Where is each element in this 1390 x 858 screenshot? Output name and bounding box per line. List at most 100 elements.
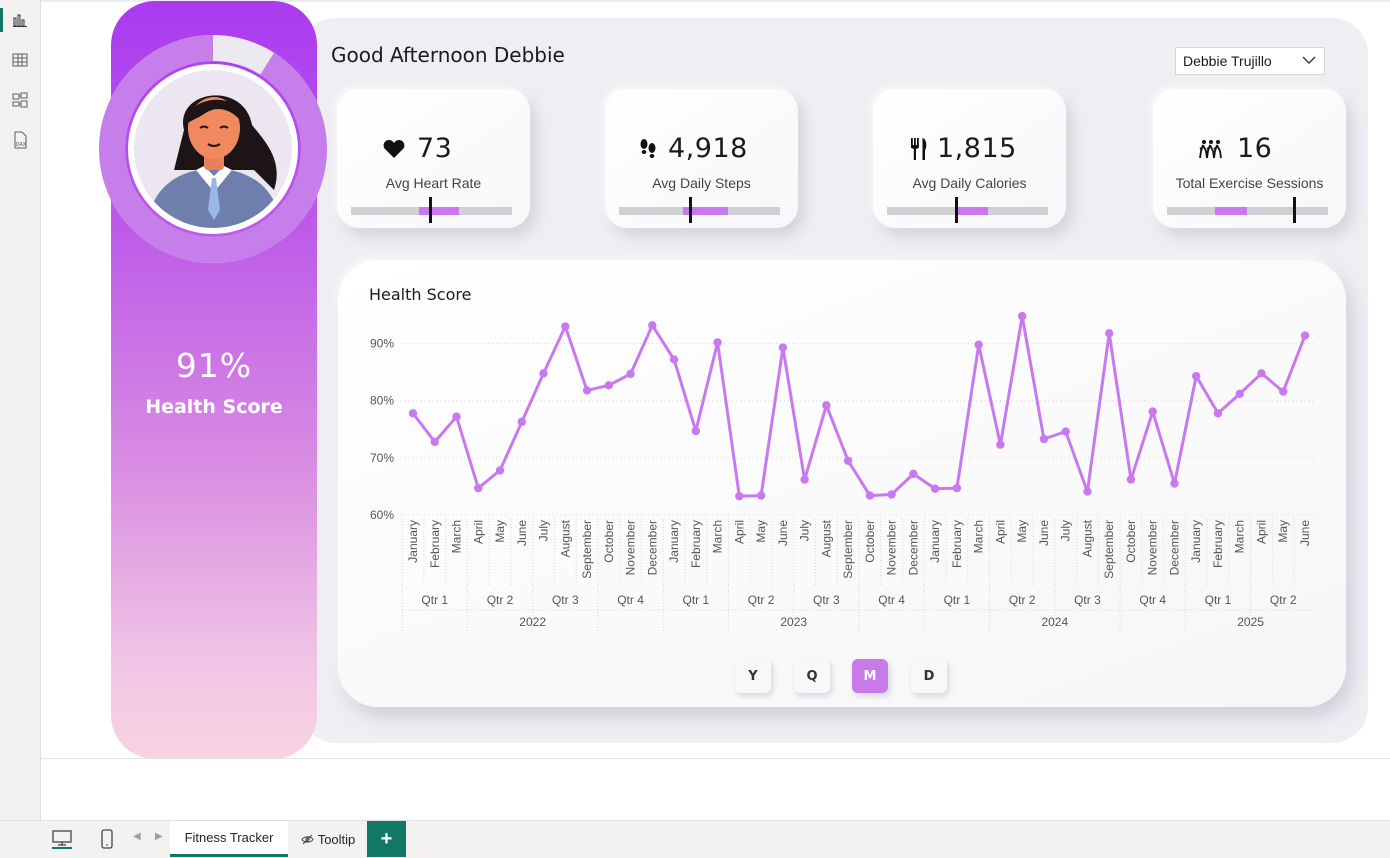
granularity-month-button[interactable]: M [852, 659, 888, 693]
x-month-label: December [906, 520, 920, 575]
x-month-label: September [841, 520, 855, 579]
kpi-label: Avg Daily Steps [652, 175, 751, 191]
table-view-icon[interactable] [10, 50, 30, 70]
kpi-marker [688, 197, 692, 223]
canvas-bottom-area [41, 758, 1390, 821]
user-slicer-value: Debbie Trujillo [1183, 53, 1272, 69]
x-quarter-label: Qtr 2 [1270, 593, 1297, 607]
health-score-data-point [1235, 389, 1244, 399]
y-tick-label: 80% [370, 394, 394, 408]
tab-tooltip[interactable]: Tooltip [292, 821, 364, 857]
health-score-data-point [1170, 479, 1179, 488]
report-view-icon[interactable] [10, 10, 30, 30]
user-slicer-dropdown[interactable]: Debbie Trujillo [1175, 47, 1325, 75]
health-score-data-point [800, 475, 809, 484]
kpi-card-exercise-sessions: 16 Total Exercise Sessions [1153, 89, 1346, 228]
health-score-data-point [430, 437, 439, 447]
x-month-label: May [493, 520, 507, 543]
granularity-day-button[interactable]: D [911, 659, 947, 693]
model-view-icon[interactable] [10, 90, 30, 110]
x-month-label: June [776, 520, 790, 546]
x-month-label: January [406, 520, 420, 563]
kpi-marker [428, 197, 432, 223]
health-score-data-point [561, 322, 570, 331]
x-month-label: November [1146, 520, 1160, 575]
health-score-data-point [539, 369, 548, 378]
y-tick-label: 60% [370, 508, 394, 522]
active-view-indicator [0, 8, 3, 32]
x-quarter-label: Qtr 1 [1205, 593, 1232, 607]
x-month-label: July [1059, 520, 1073, 541]
x-year-label: 2023 [780, 615, 807, 629]
x-month-label: April [471, 520, 485, 544]
kpi-target-bar [887, 197, 1048, 223]
health-score-data-point [517, 417, 526, 427]
health-score-data-point [930, 484, 940, 493]
health-score-line-chart[interactable]: 60% 70% 80% 90% January February March April May… [360, 310, 1330, 640]
tab-tooltip-label: Tooltip [317, 831, 356, 847]
kpi-target-bar [1167, 197, 1328, 223]
kpi-target-bar [351, 197, 512, 223]
x-year-label: 2025 [1237, 615, 1264, 629]
x-quarter-label: Qtr 3 [813, 593, 840, 607]
health-score-data-point [1148, 407, 1157, 416]
x-month-label: July [798, 520, 812, 541]
x-month-label: November [624, 520, 638, 575]
granularity-year-button[interactable]: Y [735, 659, 771, 693]
health-score-data-point [952, 483, 962, 493]
health-score-value: 91% [175, 346, 253, 385]
kpi-label: Avg Heart Rate [385, 175, 482, 191]
add-page-button[interactable]: + [367, 821, 406, 857]
x-month-label: April [732, 520, 746, 544]
health-score-data-point [778, 343, 788, 352]
dax-query-view-icon[interactable]: DAX [10, 130, 30, 150]
kpi-marker [1293, 197, 1297, 223]
x-month-label: March [450, 520, 464, 553]
health-score-data-point [408, 409, 418, 418]
health-score-data-point [735, 491, 744, 501]
view-switcher-bar: DAX [0, 0, 41, 820]
health-score-label: Health Score [145, 396, 283, 418]
health-score-data-point [648, 321, 657, 330]
x-month-label: April [1254, 520, 1268, 544]
health-score-data-point [1126, 475, 1136, 484]
x-month-label: April [993, 520, 1007, 544]
granularity-quarter-button[interactable]: Q [794, 659, 830, 693]
x-month-label: May [754, 520, 768, 543]
health-score-data-point [474, 483, 483, 493]
page-navigation-bar: ◀ ▶ Fitness Tracker Tooltip + [0, 820, 1390, 858]
health-score-data-point [669, 355, 679, 364]
mobile-layout-icon[interactable] [95, 827, 119, 851]
health-score-data-point [1104, 329, 1114, 338]
x-month-label: October [1124, 520, 1138, 563]
x-month-label: February [428, 520, 442, 568]
kpi-range-band [1215, 207, 1248, 215]
health-score-data-point [691, 426, 701, 436]
previous-page-arrow-icon[interactable]: ◀ [133, 831, 141, 842]
x-month-label: May [1015, 520, 1029, 543]
footsteps-icon [637, 137, 659, 161]
health-score-data-point [1192, 371, 1201, 381]
x-year-label: 2022 [519, 615, 546, 629]
x-month-label: October [602, 520, 616, 563]
tab-fitness-tracker[interactable]: Fitness Tracker [170, 821, 288, 857]
x-month-label: February [1211, 520, 1225, 568]
kpi-value: 73 [417, 133, 453, 164]
health-score-data-point [996, 440, 1005, 449]
health-score-data-point [582, 386, 592, 395]
health-score-data-point [756, 491, 766, 500]
health-score-data-point [1279, 387, 1288, 396]
health-score-data-point [604, 381, 614, 390]
desktop-layout-icon[interactable] [50, 827, 74, 851]
kpi-range-band [418, 207, 459, 215]
kpi-card-daily-calories: 1,815 Avg Daily Calories [873, 89, 1066, 228]
next-page-arrow-icon[interactable]: ▶ [155, 831, 163, 842]
x-quarter-label: Qtr 3 [1074, 593, 1101, 607]
health-score-data-point [626, 369, 635, 379]
health-score-data-point [1300, 331, 1310, 340]
x-month-label: June [1298, 520, 1312, 546]
x-month-label: June [515, 520, 529, 546]
kpi-label: Avg Daily Calories [912, 175, 1027, 191]
x-month-label: January [928, 520, 942, 563]
x-month-label: August [558, 519, 572, 557]
